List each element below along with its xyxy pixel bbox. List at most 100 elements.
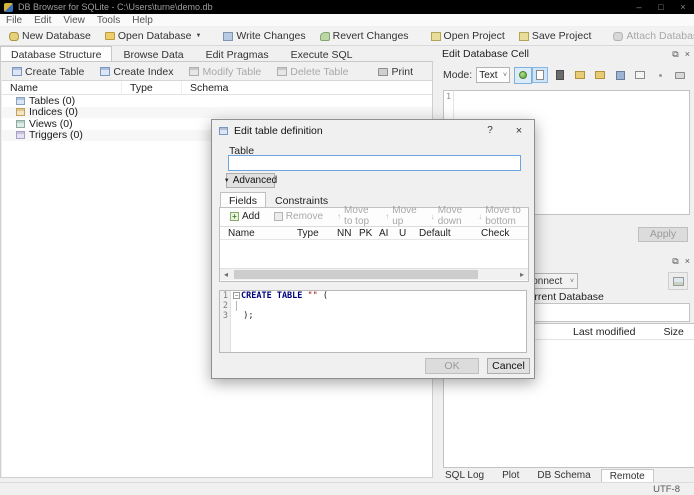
- scrollbar-track[interactable]: [232, 269, 516, 280]
- text-mode-button[interactable]: [532, 67, 548, 83]
- column-header-default[interactable]: Default: [419, 228, 481, 239]
- column-header-nn[interactable]: NN: [337, 228, 359, 239]
- column-header-schema[interactable]: Schema: [182, 81, 432, 95]
- views-icon: [16, 119, 25, 128]
- green-orb-icon: [519, 71, 528, 79]
- move-down-button[interactable]: ↓ Move down: [425, 204, 471, 228]
- save-project-button[interactable]: Save Project: [512, 28, 599, 44]
- float-dock-icon[interactable]: ⧉: [672, 49, 678, 59]
- open-database-dropdown-icon[interactable]: ▼: [195, 33, 201, 39]
- new-database-button[interactable]: New Database: [2, 28, 98, 44]
- revert-changes-button[interactable]: Revert Changes: [313, 28, 416, 44]
- tab-sql-log[interactable]: SQL Log: [437, 469, 492, 482]
- tab-browse-data[interactable]: Browse Data: [112, 46, 194, 61]
- column-header-type[interactable]: Type: [297, 228, 337, 239]
- move-bottom-icon: ↓: [478, 211, 483, 221]
- print-cell-button[interactable]: [672, 67, 688, 83]
- column-header-pk[interactable]: PK: [359, 228, 379, 239]
- create-index-button[interactable]: Create Index: [92, 64, 181, 80]
- open-project-button[interactable]: Open Project: [424, 28, 512, 44]
- column-header-last-modified[interactable]: Last modified: [573, 326, 635, 338]
- maximize-button[interactable]: □: [650, 0, 672, 14]
- import-folder-icon: [575, 71, 585, 79]
- tree-item-tables[interactable]: Tables (0): [2, 95, 432, 107]
- cell-tool-buttons: [532, 67, 694, 83]
- menu-tools[interactable]: Tools: [91, 15, 126, 26]
- attach-database-icon: [613, 31, 624, 41]
- tab-plot[interactable]: Plot: [494, 469, 527, 482]
- menu-view[interactable]: View: [57, 15, 91, 26]
- fold-icon[interactable]: −: [233, 292, 240, 299]
- column-header-size[interactable]: Size: [663, 326, 683, 338]
- auto-apply-toggle[interactable]: [514, 66, 532, 84]
- menu-help[interactable]: Help: [126, 15, 159, 26]
- move-to-bottom-button[interactable]: ↓ Move to bottom: [472, 204, 528, 228]
- modify-table-button[interactable]: Modify Table: [181, 64, 269, 80]
- ok-button[interactable]: OK: [425, 358, 479, 374]
- mode-label: Mode:: [443, 69, 473, 81]
- scroll-left-icon[interactable]: ◂: [220, 270, 232, 279]
- menu-bar: File Edit View Tools Help: [0, 14, 694, 27]
- column-header-check[interactable]: Check: [481, 228, 509, 239]
- close-dock-icon[interactable]: ×: [685, 49, 690, 59]
- minimize-button[interactable]: –: [628, 0, 650, 14]
- horizontal-scrollbar[interactable]: ◂ ▸: [220, 268, 528, 280]
- save-cell-button[interactable]: [612, 67, 628, 83]
- tab-fields[interactable]: Fields: [220, 192, 267, 207]
- save-project-icon: [518, 31, 529, 41]
- print-button[interactable]: Print: [370, 64, 421, 80]
- sql-gutter: 1 2 3: [220, 291, 231, 352]
- dialog-help-button[interactable]: ?: [476, 125, 504, 136]
- float-dock-icon[interactable]: ⧉: [672, 256, 678, 266]
- move-up-button[interactable]: ↑ Move up: [379, 204, 422, 228]
- column-header-u[interactable]: U: [399, 228, 419, 239]
- advanced-button[interactable]: ▼ Advanced: [224, 173, 277, 188]
- open-database-button[interactable]: Open Database ▼: [98, 28, 209, 44]
- delete-table-button[interactable]: Delete Table: [269, 64, 356, 80]
- scrollbar-thumb[interactable]: [234, 270, 479, 279]
- column-header-ai[interactable]: AI: [379, 228, 399, 239]
- app-icon: [4, 2, 13, 12]
- cancel-button[interactable]: Cancel: [487, 358, 530, 374]
- column-header-name[interactable]: Name: [2, 80, 122, 95]
- menu-file[interactable]: File: [0, 15, 28, 26]
- tree-item-indices[interactable]: Indices (0): [2, 106, 432, 119]
- structure-toolbar: Create Table Create Index Modify Table D…: [2, 63, 432, 80]
- column-header-name[interactable]: Name: [228, 228, 297, 239]
- tree-item-label: Tables (0): [29, 94, 76, 107]
- line-number: 1: [222, 291, 228, 301]
- fullscreen-button[interactable]: [632, 67, 648, 83]
- tab-constraints[interactable]: Constraints: [266, 192, 337, 207]
- remove-field-button[interactable]: Remove: [268, 210, 329, 223]
- attach-database-button[interactable]: Attach Database: [606, 28, 694, 44]
- edit-cell-dock-header: Edit Database Cell ⧉ ×: [437, 46, 694, 61]
- create-table-button[interactable]: Create Table: [4, 64, 92, 80]
- binary-mode-button[interactable]: [552, 67, 568, 83]
- scroll-right-icon[interactable]: ▸: [516, 270, 528, 279]
- fields-grid-body[interactable]: [220, 240, 528, 268]
- write-changes-button[interactable]: Write Changes: [216, 28, 312, 44]
- close-dock-icon[interactable]: ×: [685, 256, 690, 266]
- mode-select[interactable]: Text ˅: [476, 67, 511, 83]
- tab-execute-sql[interactable]: Execute SQL: [280, 46, 364, 61]
- import-button[interactable]: [572, 67, 588, 83]
- delete-table-label: Delete Table: [290, 65, 349, 78]
- move-to-top-button[interactable]: ↑ Move to top: [331, 204, 377, 228]
- tab-remote[interactable]: Remote: [600, 469, 654, 482]
- menu-edit[interactable]: Edit: [28, 15, 57, 26]
- apply-cell-button[interactable]: Apply: [638, 227, 688, 242]
- tab-database-structure[interactable]: Database Structure: [0, 46, 113, 61]
- dialog-close-button[interactable]: ×: [504, 125, 534, 137]
- column-header-type[interactable]: Type: [122, 80, 182, 95]
- close-button[interactable]: ×: [672, 0, 694, 14]
- table-name-input[interactable]: [228, 155, 521, 171]
- set-null-button[interactable]: [652, 67, 668, 83]
- export-button[interactable]: [592, 67, 608, 83]
- fields-grid-header: Name Type NN PK AI U Default Check: [220, 226, 528, 240]
- modify-table-label: Modify Table: [202, 65, 262, 78]
- tree-item-label: Indices (0): [29, 106, 79, 119]
- tab-edit-pragmas[interactable]: Edit Pragmas: [195, 46, 280, 61]
- add-field-button[interactable]: + Add: [224, 210, 266, 223]
- remote-action-button[interactable]: [668, 272, 688, 290]
- tab-db-schema[interactable]: DB Schema: [529, 469, 598, 482]
